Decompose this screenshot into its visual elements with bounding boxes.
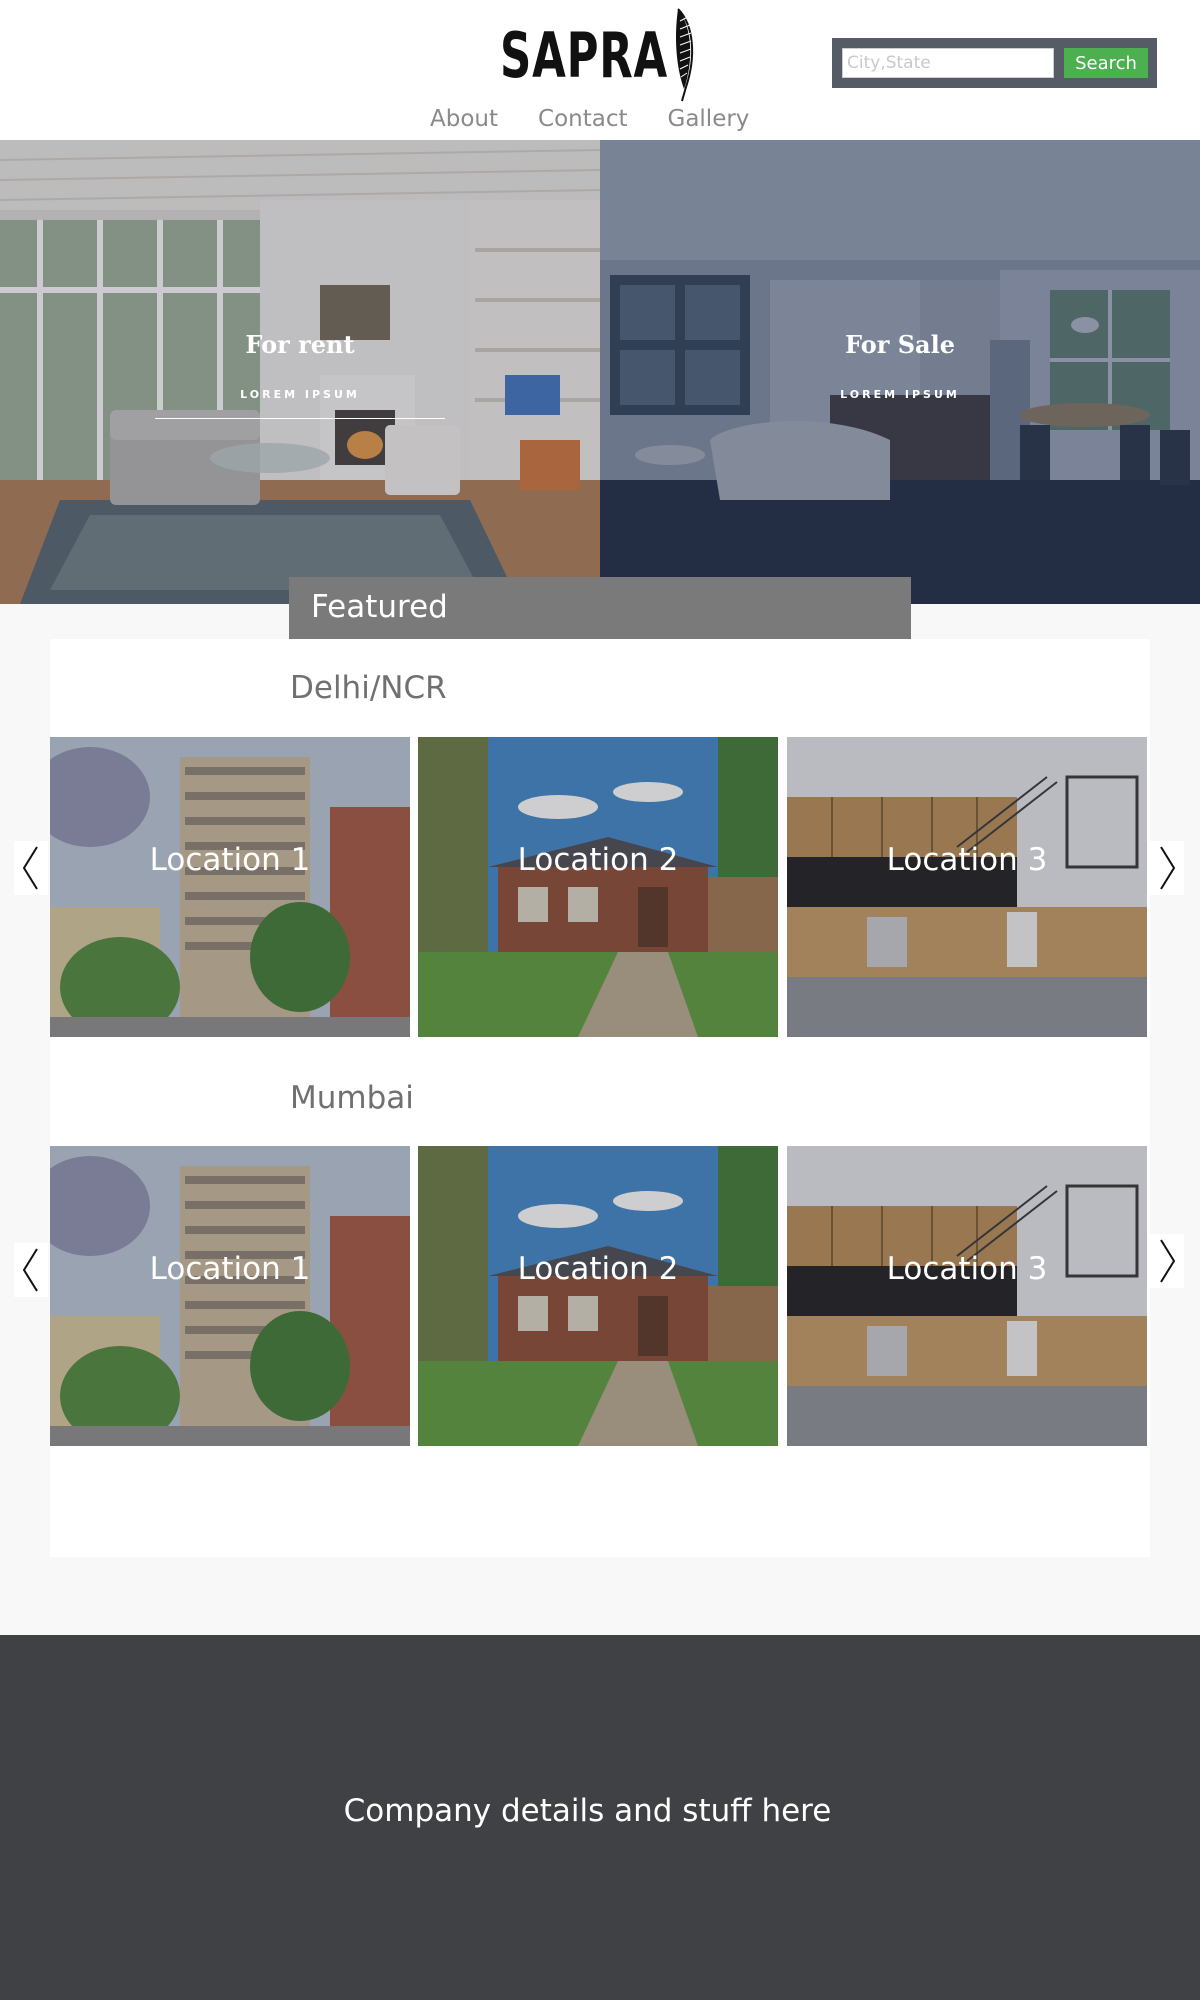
for-sale-panel[interactable]: For Sale LOREM IPSUM	[600, 140, 1200, 604]
location-card[interactable]: Location 3	[787, 737, 1147, 1037]
featured-tab: Featured	[289, 577, 911, 639]
site-header: SAPRA Search About Contact Gallery	[0, 0, 1200, 140]
location-label: Location 1	[149, 1251, 311, 1287]
location-label: Location 1	[149, 842, 311, 878]
for-rent-subtitle: LOREM IPSUM	[240, 388, 360, 401]
footer-company-details: Company details and stuff here	[343, 1793, 832, 1829]
logo[interactable]: SAPRA	[500, 8, 698, 102]
search-input[interactable]	[842, 48, 1054, 78]
location-label: Location 3	[886, 1251, 1048, 1287]
carousel-prev-arrow-mumbai[interactable]	[14, 1243, 48, 1297]
nav-gallery[interactable]: Gallery	[668, 106, 750, 132]
site-footer: Company details and stuff here	[0, 1635, 1200, 2000]
region-title-mumbai: Mumbai	[290, 1080, 414, 1116]
search-button[interactable]: Search	[1064, 48, 1148, 78]
region-title-delhi: Delhi/NCR	[290, 670, 447, 706]
for-sale-subtitle: LOREM IPSUM	[840, 388, 960, 401]
hero-banner: For rent LOREM IPSUM For Sale LOREM IPSU…	[0, 140, 1200, 604]
main-nav: About Contact Gallery	[430, 106, 749, 132]
location-card[interactable]: Location 3	[787, 1146, 1147, 1446]
chevron-left-icon	[22, 1248, 38, 1292]
for-rent-title: For rent	[245, 330, 355, 359]
carousel-next-arrow-delhi[interactable]	[1150, 841, 1184, 895]
location-label: Location 2	[517, 1251, 679, 1287]
location-card[interactable]: Location 1	[50, 1146, 410, 1446]
location-card[interactable]: Location 2	[418, 737, 778, 1037]
location-card[interactable]: Location 2	[418, 1146, 778, 1446]
carousel-next-arrow-mumbai[interactable]	[1150, 1234, 1184, 1288]
search-box: Search	[832, 38, 1157, 88]
location-card[interactable]: Location 1	[50, 737, 410, 1037]
chevron-left-icon	[22, 846, 38, 890]
for-rent-panel[interactable]: For rent LOREM IPSUM	[0, 140, 600, 604]
feather-icon	[676, 8, 694, 102]
chevron-right-icon	[1160, 1239, 1176, 1283]
nav-contact[interactable]: Contact	[538, 106, 627, 132]
location-label: Location 2	[517, 842, 679, 878]
location-label: Location 3	[886, 842, 1048, 878]
logo-text: SAPRA	[500, 18, 668, 92]
featured-tab-label: Featured	[311, 589, 448, 625]
for-rent-underline	[155, 418, 445, 419]
nav-about[interactable]: About	[430, 106, 498, 132]
chevron-right-icon	[1160, 846, 1176, 890]
for-sale-title: For Sale	[844, 330, 955, 359]
carousel-prev-arrow-delhi[interactable]	[14, 841, 48, 895]
